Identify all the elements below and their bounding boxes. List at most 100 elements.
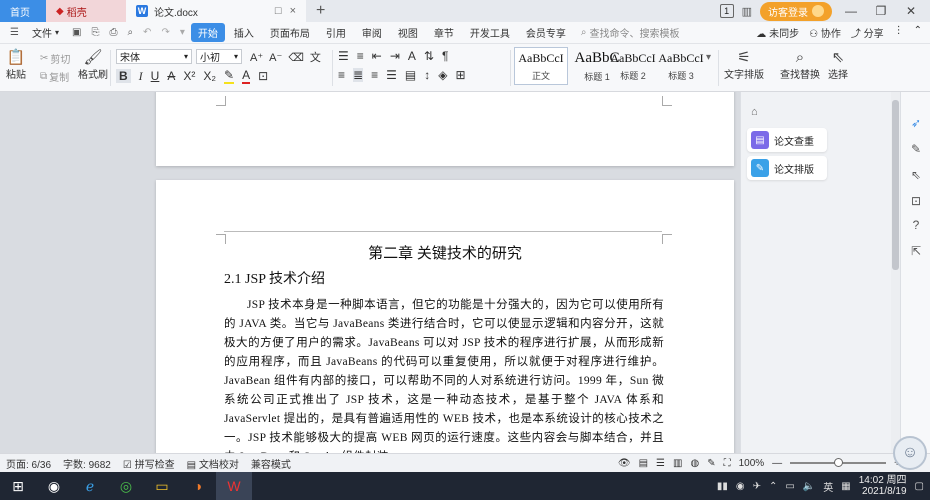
paste-button[interactable]: 📋 粘贴 <box>6 48 26 81</box>
grow-font-icon[interactable]: A⁺ <box>250 51 263 64</box>
sync-status[interactable]: ☁ 未同步 <box>756 25 799 40</box>
crop-icon[interactable]: ⊡ <box>909 194 923 208</box>
media-player-icon[interactable]: ◑ <box>180 472 216 500</box>
zoom-out-button[interactable]: — <box>772 458 782 469</box>
document-area[interactable]: 第二章 关键技术的研究 2.1 JSP 技术介绍 JSP 技术本身是一种脚本语言… <box>0 92 740 453</box>
zoom-slider-handle[interactable] <box>834 458 844 467</box>
file-explorer-icon[interactable]: ▭ <box>144 472 180 500</box>
zoom-level[interactable]: 100% <box>739 458 765 469</box>
redo-icon[interactable]: ↷ <box>157 25 173 40</box>
page-previous[interactable] <box>156 92 734 166</box>
wps-writer-icon[interactable]: W <box>216 472 252 500</box>
write-mode-icon[interactable]: ✎ <box>707 458 715 469</box>
collaborate-button[interactable]: ⚇ 协作 <box>809 25 841 40</box>
chevron-up-icon[interactable]: ⌃ <box>769 481 777 492</box>
network-icon[interactable]: ▭ <box>785 481 794 492</box>
spell-check[interactable]: ☑ 拼写检查 <box>123 456 175 471</box>
command-search[interactable]: ⌕ 查找命令、搜索模板 <box>581 25 680 40</box>
new-tab-button[interactable]: + <box>306 0 335 22</box>
chinese-layout-icon[interactable]: A <box>408 49 416 63</box>
bold-button[interactable]: B <box>116 69 131 83</box>
tray-app-icon[interactable]: ✈ <box>753 481 761 492</box>
numbered-list-icon[interactable]: ≡ <box>357 49 364 63</box>
zoom-slider[interactable] <box>790 458 887 467</box>
styles-expand-icon[interactable]: ▾ <box>706 52 711 63</box>
align-center-icon[interactable]: ≣ <box>353 68 364 82</box>
sort-icon[interactable]: ⇅ <box>424 49 434 63</box>
style-normal[interactable]: AaBbCcI 正文 <box>514 47 568 85</box>
file-menu[interactable]: 文件 ▾ <box>25 23 66 42</box>
copy-button[interactable]: ⧉ 复制 <box>40 69 69 84</box>
shrink-font-icon[interactable]: A⁻ <box>269 51 282 64</box>
chrome-icon[interactable]: ◎ <box>108 472 144 500</box>
scroll-thumb[interactable] <box>892 100 899 270</box>
ime-icon[interactable]: ▦ <box>841 481 850 492</box>
doc-proofread[interactable]: ▤ 文档校对 <box>187 456 239 471</box>
tab-insert[interactable]: 插入 <box>227 23 261 42</box>
notifications-icon[interactable]: ▢ <box>915 481 924 492</box>
window-count-badge[interactable]: 1 <box>719 4 734 18</box>
font-size-select[interactable]: 小初 ▾ <box>196 49 242 64</box>
thesis-check-button[interactable]: ▤ 论文查重 <box>747 128 827 152</box>
font-name-select[interactable]: 宋体 ▾ <box>116 49 192 64</box>
borders-icon[interactable]: ⊞ <box>455 68 465 82</box>
command-search-input[interactable]: 查找命令、搜索模板 <box>589 25 679 40</box>
word-count[interactable]: 字数: 9682 <box>63 456 111 471</box>
highlight-button[interactable]: ✎ <box>224 68 235 84</box>
tab-review[interactable]: 审阅 <box>355 23 389 42</box>
pen-icon[interactable]: ✎ <box>909 142 923 156</box>
show-marks-icon[interactable]: ¶ <box>442 49 448 63</box>
tab-page-layout[interactable]: 页面布局 <box>263 23 317 42</box>
layout-icon[interactable]: ▥ <box>742 5 752 18</box>
pointer-icon[interactable]: ⇖ <box>909 168 923 182</box>
body-paragraph[interactable]: JSP 技术本身是一种脚本语言，但它的功能是十分强大的，因为它可以使用所有的 J… <box>224 296 664 453</box>
tray-app-icon[interactable]: ◉ <box>736 481 745 492</box>
tab-start[interactable]: 开始 <box>190 23 225 42</box>
char-border-icon[interactable]: ⊡ <box>258 69 268 83</box>
page-indicator[interactable]: 页面: 6/36 <box>6 456 51 471</box>
find-replace-button[interactable]: ⌕ 查找替换 <box>780 48 820 82</box>
select-button[interactable]: ⇖ 选择 <box>828 48 848 81</box>
align-right-icon[interactable]: ≡ <box>371 68 378 82</box>
distributed-icon[interactable]: ▤ <box>405 68 416 82</box>
minimize-button[interactable]: — <box>840 4 862 18</box>
save-icon[interactable]: ▣ <box>68 25 85 40</box>
align-left-icon[interactable]: ≡ <box>338 68 345 82</box>
export-icon[interactable]: ⎘ <box>87 25 103 40</box>
fullscreen-icon[interactable]: ⛶ <box>724 458 731 469</box>
tab-docer[interactable]: ◆ 稻壳 <box>46 0 126 22</box>
increase-indent-icon[interactable]: ⇥ <box>390 49 400 63</box>
tab-developer[interactable]: 开发工具 <box>463 23 517 42</box>
task-view-icon[interactable]: ◉ <box>36 472 72 500</box>
input-language[interactable]: 英 <box>823 479 833 494</box>
bullet-list-icon[interactable]: ☰ <box>338 49 349 63</box>
superscript-button[interactable]: X² <box>183 69 195 83</box>
italic-button[interactable]: I <box>139 69 143 84</box>
cut-button[interactable]: ✂ 剪切 <box>40 51 70 66</box>
print-icon[interactable]: ⎙ <box>105 25 121 40</box>
hamburger-menu-icon[interactable]: ☰ <box>6 25 23 40</box>
preview-icon[interactable]: ⌕ <box>123 25 137 40</box>
tab-restore-icon[interactable]: □ <box>275 5 282 17</box>
eraser-icon[interactable]: ⌂ <box>751 106 758 118</box>
tab-close-icon[interactable]: × <box>290 5 296 17</box>
line-spacing-icon[interactable]: ↕ <box>424 68 430 82</box>
font-color-button[interactable]: A <box>242 68 251 84</box>
collapse-ribbon-icon[interactable]: ⌃ <box>914 25 922 40</box>
vertical-scrollbar[interactable] <box>891 92 900 453</box>
more-menu-icon[interactable]: ⋮ <box>894 25 904 40</box>
phonetic-icon[interactable]: 文 <box>310 49 321 65</box>
share-button[interactable]: ⤴ 分享 <box>851 25 884 40</box>
format-painter-button[interactable]: 🖌 格式刷 <box>78 48 108 81</box>
reading-view-icon[interactable]: ▥ <box>673 458 682 469</box>
tab-document[interactable]: W 论文.docx □ × <box>126 0 306 22</box>
page-current[interactable]: 第二章 关键技术的研究 2.1 JSP 技术介绍 JSP 技术本身是一种脚本语言… <box>156 180 734 453</box>
undo-icon[interactable]: ↶ <box>139 25 155 40</box>
edge-browser-icon[interactable]: ℯ <box>72 472 108 500</box>
windows-start-icon[interactable]: ⊞ <box>0 472 36 500</box>
text-layout-button[interactable]: ⚟ 文字排版 <box>724 48 764 81</box>
assistant-avatar-icon[interactable]: ☺ <box>893 436 927 470</box>
rocket-icon[interactable]: ➶ <box>909 116 923 130</box>
underline-button[interactable]: U <box>151 69 160 83</box>
web-view-icon[interactable]: ◍ <box>690 458 699 469</box>
